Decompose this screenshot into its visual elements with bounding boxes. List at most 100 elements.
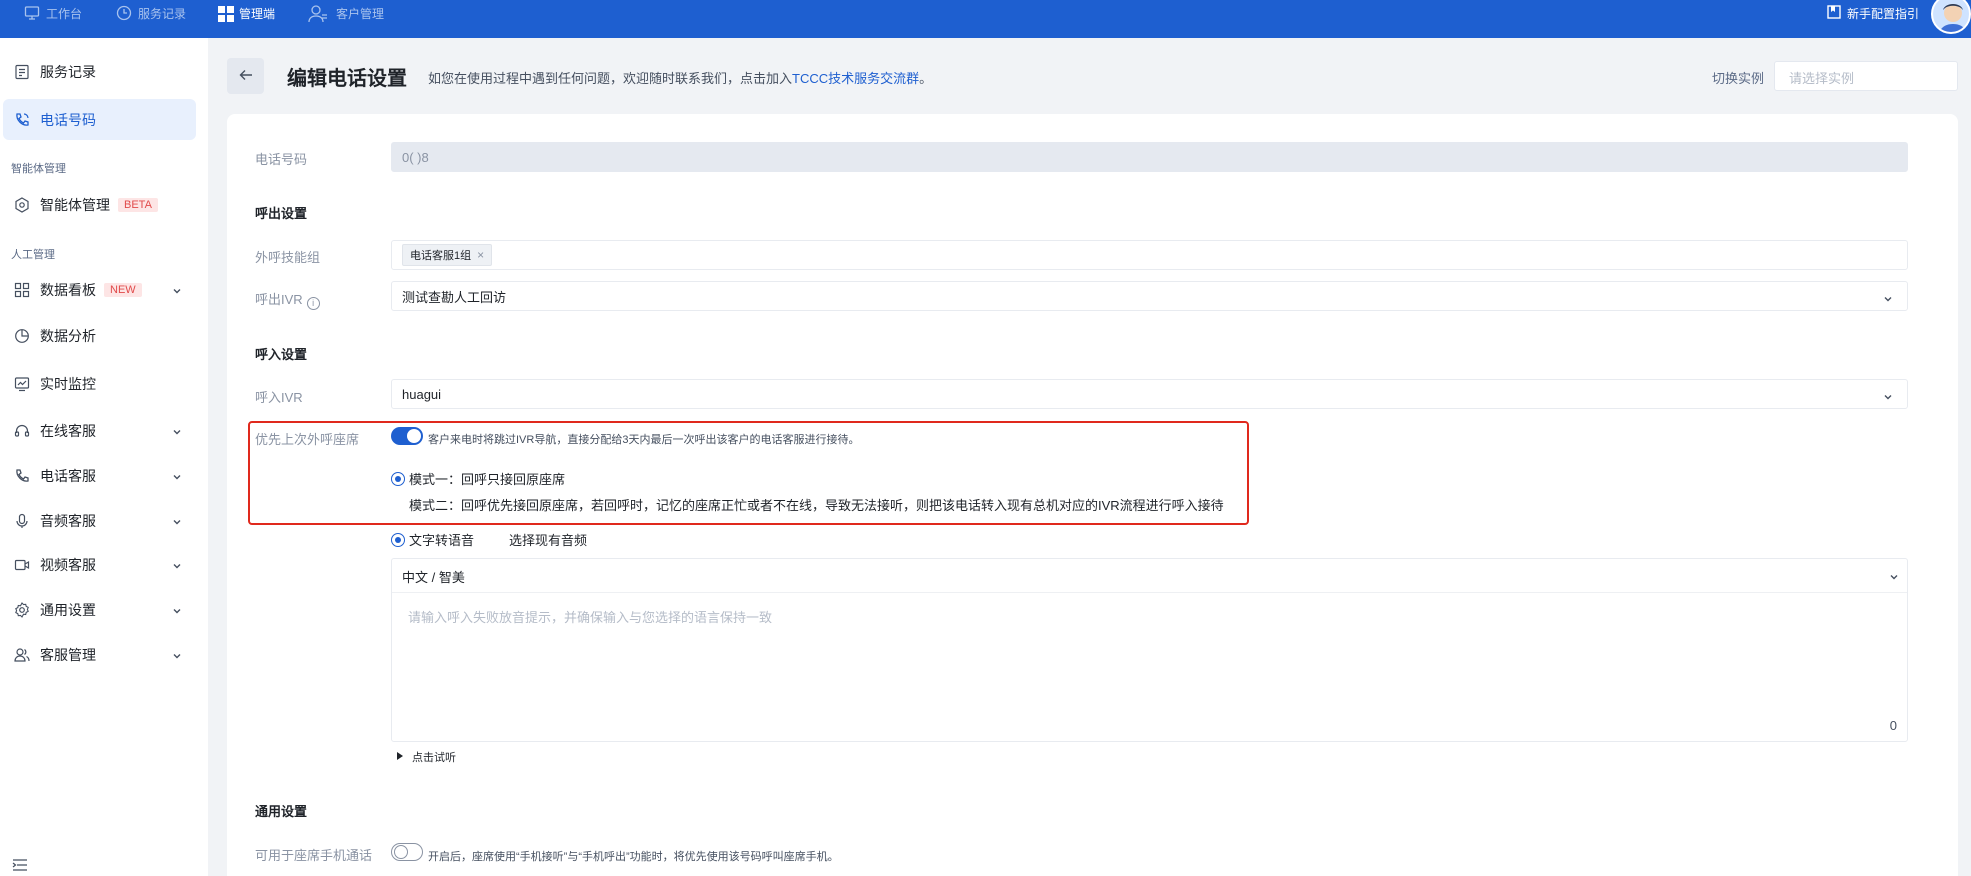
char-counter: 0 xyxy=(1889,718,1897,733)
outbound-group-label: 外呼技能组 xyxy=(255,250,321,265)
inbound-ivr-value: huagui xyxy=(402,386,442,402)
sidebar-item-audio-service[interactable]: 音频客服 xyxy=(3,500,196,541)
sidebar-item-label: 电话客服 xyxy=(40,467,96,484)
video-icon xyxy=(13,556,31,574)
trial-listen-button[interactable]: 点击试听 xyxy=(396,749,456,765)
sidebar-item-agent-management[interactable]: 智能体管理 BETA xyxy=(3,184,196,225)
sidebar-item-label: 在线客服 xyxy=(40,422,96,439)
guide-link[interactable]: 新手配置指引 xyxy=(1827,0,1919,26)
sidebar-item-video-service[interactable]: 视频客服 xyxy=(3,544,196,585)
sidebar-item-realtime-monitor[interactable]: 实时监控 xyxy=(3,363,196,404)
sidebar-item-data-analysis[interactable]: 数据分析 xyxy=(3,315,196,356)
existing-audio-option[interactable]: 选择现有音频 xyxy=(491,530,587,549)
phone-icon xyxy=(13,467,31,485)
dashboard-icon xyxy=(13,281,31,299)
page-title: 编辑电话设置 xyxy=(287,68,407,90)
tts-label: 文字转语音 xyxy=(409,533,475,548)
info-icon[interactable]: i xyxy=(306,297,320,310)
play-icon xyxy=(396,751,404,763)
outbound-section-title: 呼出设置 xyxy=(255,206,308,221)
sidebar: 服务记录 电话号码 智能体管理 智能体管理 BETA 人工管理 数据看板 NEW… xyxy=(0,38,208,876)
chevron-down-icon xyxy=(1883,292,1893,307)
sidebar-section-human: 人工管理 xyxy=(11,249,55,261)
sidebar-item-dashboard[interactable]: 数据看板 NEW xyxy=(3,269,196,310)
voice-select[interactable]: 中文 / 智美 xyxy=(402,567,465,586)
users-icon xyxy=(13,646,31,664)
sidebar-item-label: 客服管理 xyxy=(40,646,96,663)
chevron-down-icon[interactable] xyxy=(1889,569,1899,585)
sidebar-item-label: 音频客服 xyxy=(40,512,96,529)
instance-label: 切换实例 xyxy=(1712,71,1765,86)
topnav-label: 工作台 xyxy=(46,6,83,21)
chevron-down-icon xyxy=(172,469,182,485)
inbound-ivr-label: 呼入IVR xyxy=(255,390,303,405)
back-button[interactable] xyxy=(227,58,264,94)
topnav-admin[interactable]: 管理端 xyxy=(217,0,275,26)
hexagon-icon xyxy=(13,196,31,214)
user-icon xyxy=(308,5,330,23)
tts-option[interactable]: 文字转语音 xyxy=(391,530,474,549)
hint-suffix: 。 xyxy=(919,71,933,86)
avatar[interactable] xyxy=(1931,0,1971,34)
inbound-ivr-select[interactable]: huagui xyxy=(391,379,1908,409)
hint-text: 如您在使用过程中遇到任何问题，欢迎随时联系我们，点击加入 xyxy=(428,71,793,86)
existing-audio-label: 选择现有音频 xyxy=(509,533,588,548)
topnav-label: 管理端 xyxy=(239,6,276,21)
chip-label: 电话客服1组 xyxy=(410,250,472,262)
mobile-call-toggle[interactable] xyxy=(391,843,423,861)
trial-label: 点击试听 xyxy=(412,752,456,764)
topnav-workbench[interactable]: 工作台 xyxy=(24,0,82,26)
mobile-call-desc: 开启后，座席使用“手机接听”与“手机呼出”功能时，将优先使用该号码呼叫座席手机。 xyxy=(428,851,839,863)
sidebar-item-label: 数据分析 xyxy=(40,327,96,344)
instance-select[interactable]: 请选择实例 xyxy=(1774,61,1958,91)
gear-icon xyxy=(13,601,31,619)
beta-badge: BETA xyxy=(118,197,158,212)
chevron-down-icon xyxy=(1883,390,1893,405)
sidebar-item-online-service[interactable]: 在线客服 xyxy=(3,410,196,451)
sidebar-item-label: 通用设置 xyxy=(40,601,96,618)
skill-group-chip: 电话客服1组 × xyxy=(402,244,493,266)
top-bar: 工作台 服务记录 管理端 客户管理 新手配置指引 xyxy=(0,0,1971,38)
grid-icon xyxy=(217,5,234,22)
toggle-knob xyxy=(394,845,408,859)
chevron-down-icon xyxy=(172,514,182,530)
sidebar-item-phone-numbers[interactable]: 电话号码 xyxy=(3,99,196,140)
chevron-down-icon xyxy=(172,424,182,440)
phone-icon xyxy=(13,111,31,129)
topnav-customers[interactable]: 客户管理 xyxy=(308,0,384,26)
prompt-textarea[interactable]: 请输入呼入失败放音提示，并确保输入与您选择的语言保持一致 xyxy=(408,607,772,626)
chevron-down-icon xyxy=(172,558,182,574)
sidebar-item-phone-service[interactable]: 电话客服 xyxy=(3,455,196,496)
tccc-group-link[interactable]: TCCC技术服务交流群 xyxy=(792,71,919,86)
chevron-down-icon xyxy=(172,603,182,619)
topnav-service-records[interactable]: 服务记录 xyxy=(116,0,186,26)
outbound-ivr-label-text: 呼出IVR xyxy=(255,292,303,307)
phone-number-field: 0( )8 xyxy=(391,142,1908,172)
close-icon[interactable]: × xyxy=(477,248,484,262)
divider xyxy=(392,592,1907,593)
sidebar-item-service-records[interactable]: 服务记录 xyxy=(3,51,196,92)
topnav-label: 服务记录 xyxy=(138,6,187,21)
headset-icon xyxy=(13,422,31,440)
pie-icon xyxy=(13,327,31,345)
guide-label: 新手配置指引 xyxy=(1846,6,1919,21)
arrow-left-icon xyxy=(239,68,253,84)
mobile-call-label: 可用于座席手机通话 xyxy=(255,848,373,863)
inbound-section-title: 呼入设置 xyxy=(255,347,308,362)
topnav-label: 客户管理 xyxy=(336,6,385,21)
monitor-chart-icon xyxy=(13,375,31,393)
header-hint: 如您在使用过程中遇到任何问题，欢迎随时联系我们，点击加入TCCC技术服务交流群。 xyxy=(428,68,932,87)
sidebar-item-label: 服务记录 xyxy=(40,63,96,80)
sidebar-item-label: 实时监控 xyxy=(40,375,96,392)
chevron-down-icon xyxy=(172,283,182,299)
phone-number-value: 0( )8 xyxy=(402,149,429,165)
general-section-title: 通用设置 xyxy=(255,804,308,819)
document-icon xyxy=(13,63,31,81)
sidebar-item-general-settings[interactable]: 通用设置 xyxy=(3,589,196,630)
sidebar-item-label: 电话号码 xyxy=(40,111,96,128)
outbound-group-select[interactable]: 电话客服1组 × xyxy=(391,240,1908,270)
collapse-sidebar-icon[interactable] xyxy=(12,858,28,875)
sidebar-item-agent-admin[interactable]: 客服管理 xyxy=(3,634,196,675)
phone-number-label: 电话号码 xyxy=(255,152,308,167)
outbound-ivr-select[interactable]: 测试查勘人工回访 xyxy=(391,281,1908,311)
